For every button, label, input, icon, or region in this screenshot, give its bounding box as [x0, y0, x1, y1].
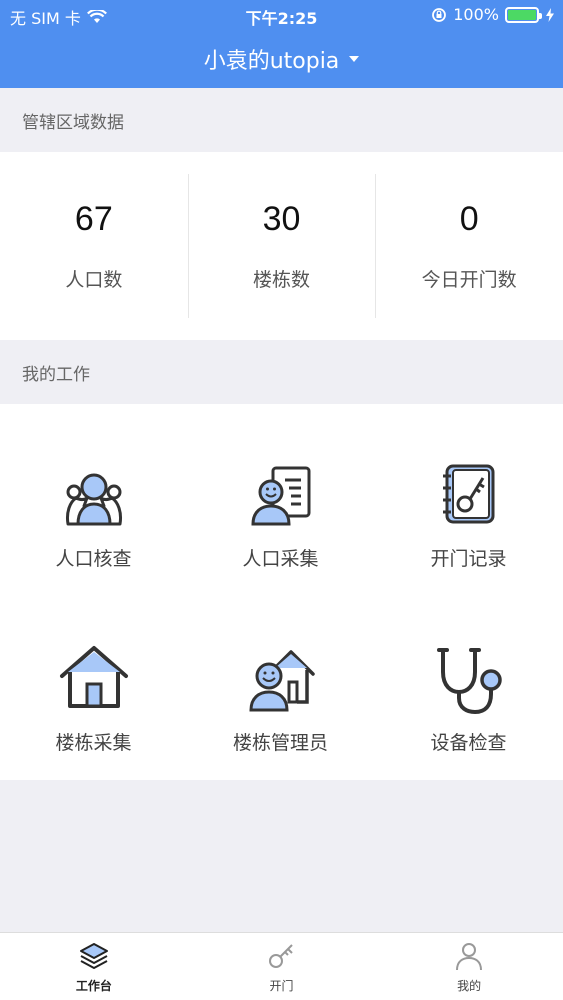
layers-icon — [79, 943, 108, 969]
stat-label: 今日开门数 — [421, 269, 517, 291]
door-record-icon — [442, 464, 494, 524]
work-grid: 人口核查 人口采集 开门记录 楼栋采集 楼栋管理员 设备检查 — [0, 404, 563, 780]
stat-buildings: 30 楼栋数 — [187, 152, 376, 340]
chevron-down-icon — [349, 56, 360, 62]
tab-mine[interactable]: 我的 — [375, 933, 563, 1000]
region-section-title: 管辖区域数据 — [22, 112, 124, 133]
nav-title: 小袁的utopia — [203, 49, 340, 74]
work-item-label: 楼栋采集 — [55, 732, 132, 754]
building-admin-icon — [248, 650, 315, 712]
key-icon — [268, 944, 293, 968]
work-item-label: 设备检查 — [430, 732, 507, 754]
work-item-building-collect[interactable]: 楼栋采集 — [0, 638, 187, 755]
tab-workbench[interactable]: 工作台 — [0, 933, 188, 1000]
tab-label: 工作台 — [75, 979, 112, 993]
nav-bar: 小袁的utopia — [0, 30, 563, 88]
stats-panel: 67 人口数 30 楼栋数 0 今日开门数 — [0, 152, 563, 340]
community-selector[interactable]: 小袁的utopia — [204, 43, 360, 75]
charging-icon — [546, 7, 554, 22]
battery-percent: 100% — [453, 5, 499, 24]
stat-population: 67 人口数 — [0, 152, 188, 340]
stethoscope-icon — [436, 648, 502, 715]
stat-value: 30 — [262, 200, 301, 238]
tab-label: 开门 — [269, 979, 294, 993]
tab-label: 我的 — [457, 979, 482, 993]
work-item-label: 楼栋管理员 — [232, 732, 328, 754]
work-item-door-record[interactable]: 开门记录 — [375, 454, 562, 571]
building-collect-icon — [59, 646, 128, 708]
work-item-device-check[interactable]: 设备检查 — [375, 638, 562, 755]
stat-value: 67 — [74, 200, 113, 238]
battery-icon — [505, 6, 542, 23]
work-item-label: 人口核查 — [55, 548, 132, 570]
orientation-lock-icon — [432, 7, 447, 22]
tab-open-door[interactable]: 开门 — [188, 933, 376, 1000]
work-item-population-collect[interactable]: 人口采集 — [187, 454, 374, 571]
work-item-population-check[interactable]: 人口核查 — [0, 454, 187, 571]
stat-label: 人口数 — [65, 269, 123, 291]
stat-door-opens: 0 今日开门数 — [375, 152, 563, 340]
work-section-title: 我的工作 — [22, 364, 90, 385]
work-item-building-admin[interactable]: 楼栋管理员 — [187, 638, 374, 755]
work-item-label: 人口采集 — [242, 548, 319, 570]
tab-bar: 工作台 开门 我的 — [0, 932, 563, 1000]
stat-label: 楼栋数 — [253, 269, 311, 291]
population-collect-icon — [250, 466, 310, 526]
work-section-header: 我的工作 — [0, 340, 563, 404]
population-check-icon — [65, 473, 122, 526]
stat-value: 0 — [459, 200, 479, 238]
region-section-header: 管辖区域数据 — [0, 88, 563, 152]
work-item-label: 开门记录 — [430, 548, 507, 570]
status-bar: 无 SIM 卡 下午2:25 100% — [0, 0, 563, 30]
user-icon — [456, 943, 483, 971]
